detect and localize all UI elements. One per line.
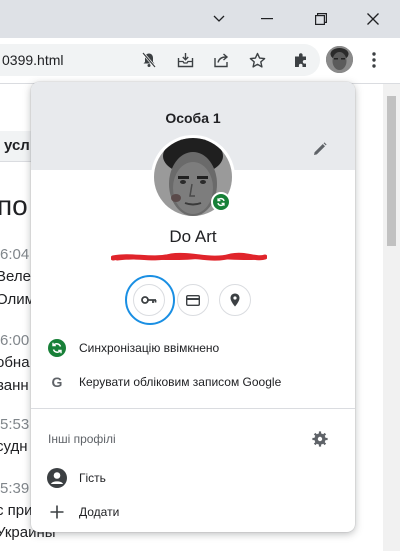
guest-person-icon	[47, 468, 67, 488]
profile-title: Особа 1	[165, 110, 221, 126]
close-window-button[interactable]	[350, 0, 396, 38]
bookmark-star-icon	[249, 52, 265, 68]
manage-account-row[interactable]: G Керувати обліковим записом Google	[31, 366, 355, 398]
page-time: 5:53	[0, 416, 30, 433]
guest-label: Гість	[79, 471, 106, 485]
address-url[interactable]: 0399.html	[2, 52, 63, 68]
key-icon	[141, 296, 157, 304]
manage-account-label: Керувати обліковим записом Google	[79, 375, 282, 389]
restore-button[interactable]	[298, 0, 344, 38]
install-app-button[interactable]	[174, 49, 196, 71]
sync-icon	[217, 197, 225, 207]
tab-search-button[interactable]	[196, 0, 242, 38]
profile-avatar-button[interactable]	[326, 46, 353, 73]
notifications-off-icon	[142, 52, 156, 68]
credit-card-icon	[186, 294, 200, 306]
location-pin-icon	[230, 293, 240, 307]
google-g-icon: G	[51, 374, 63, 390]
chevron-down-icon	[213, 15, 225, 22]
page-line: судн	[0, 438, 28, 455]
chrome-menu-button[interactable]	[363, 49, 385, 71]
restore-icon	[315, 13, 327, 25]
page-time: 5:39	[0, 480, 30, 497]
page-line: ванн	[0, 377, 29, 394]
page-time: 6:00	[0, 332, 30, 349]
guest-profile-row[interactable]: Гість	[31, 462, 355, 494]
profile-menu: Особа 1 Do Art Синхронізацію ввімкнено G…	[31, 82, 355, 532]
extensions-button[interactable]	[290, 49, 312, 71]
edit-profile-button[interactable]	[309, 138, 331, 160]
page-time: 6:04	[0, 246, 30, 263]
manage-profiles-button[interactable]	[309, 428, 331, 450]
browser-titlebar	[0, 0, 400, 38]
pencil-icon	[314, 142, 327, 155]
menu-icon	[372, 52, 376, 68]
minimize-button[interactable]	[244, 0, 290, 38]
plus-icon	[47, 502, 67, 522]
sync-on-icon	[47, 338, 67, 358]
page-scrollbar[interactable]	[383, 84, 400, 551]
page-line: Олим	[0, 291, 35, 308]
minimize-icon	[261, 18, 273, 20]
sync-badge	[211, 192, 231, 212]
menu-divider	[31, 408, 355, 409]
page-line: с при	[0, 502, 33, 519]
sync-status-label: Синхронізацію ввімкнено	[79, 341, 220, 355]
page-heading-fragment: по	[0, 190, 28, 221]
passwords-button[interactable]	[133, 284, 165, 316]
page-tab-fragment[interactable]: усл	[4, 137, 30, 154]
page-line: обна	[0, 354, 30, 371]
extensions-icon	[295, 53, 306, 67]
close-icon	[367, 13, 379, 25]
share-button[interactable]	[210, 49, 232, 71]
profile-avatar-icon	[326, 46, 353, 73]
account-name: Do Art	[169, 227, 217, 246]
redaction-scribble	[111, 252, 267, 261]
other-profiles-label: Інші профілі	[48, 432, 116, 446]
gear-icon	[312, 431, 328, 447]
page-line: Веле	[0, 268, 31, 285]
add-profile-label: Додати	[79, 505, 120, 519]
add-profile-row[interactable]: Додати	[31, 496, 355, 528]
notifications-off-button[interactable]	[138, 49, 160, 71]
bookmark-button[interactable]	[246, 49, 268, 71]
payment-methods-button[interactable]	[177, 284, 209, 316]
share-icon	[213, 53, 228, 68]
addresses-button[interactable]	[219, 284, 251, 316]
sync-status-row[interactable]: Синхронізацію ввімкнено	[31, 332, 355, 364]
scrollbar-thumb[interactable]	[387, 96, 396, 246]
install-app-icon	[177, 53, 193, 68]
